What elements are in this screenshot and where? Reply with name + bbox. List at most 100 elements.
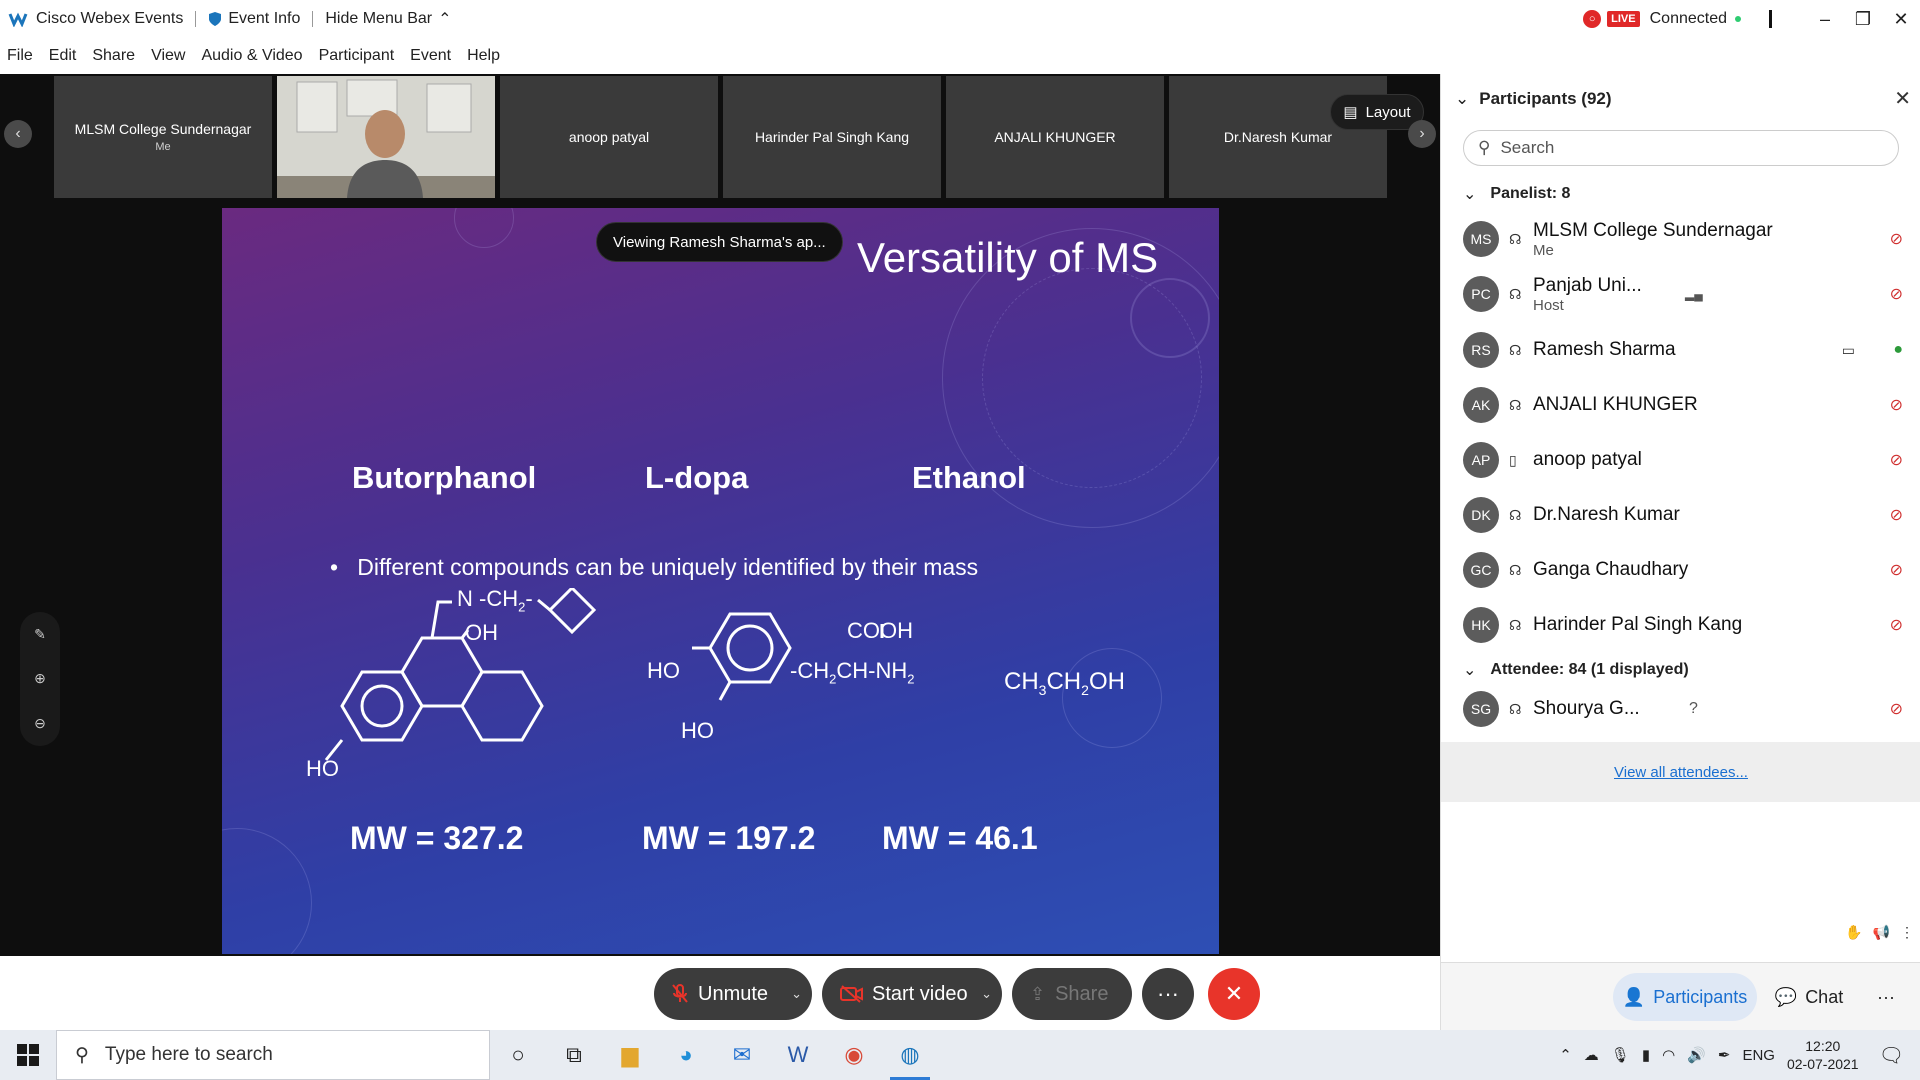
start-video-label: Start video	[872, 982, 968, 1005]
notifications-icon[interactable]: 🗨	[1879, 1043, 1904, 1068]
word-icon[interactable]: W	[770, 1030, 826, 1080]
video-tile[interactable]: ANJALI KHUNGER	[946, 76, 1164, 198]
more-vertical-icon[interactable]: ⋮	[1900, 924, 1914, 941]
molecular-weight: MW = 197.2	[642, 820, 816, 856]
participant-search-input[interactable]: ⚲ Search	[1463, 130, 1899, 166]
participant-row[interactable]: HK ☊ Harinder Pal Singh Kang ⊘	[1463, 600, 1903, 650]
leave-meeting-button[interactable]: ✕	[1208, 968, 1260, 1020]
close-window-icon[interactable]: ✕	[1882, 0, 1920, 38]
panel-mini-toolbar: ✋ 📢 ⋮	[1845, 924, 1914, 941]
share-button[interactable]: ⇪ Share	[1012, 968, 1132, 1020]
video-tile[interactable]: anoop patyal	[500, 76, 718, 198]
panel-more-button[interactable]: ···	[1861, 973, 1911, 1021]
participants-panel: ⌄ Participants (92) ✕ ⚲ Search ⌄ Panelis…	[1440, 74, 1920, 1030]
participant-row[interactable]: MS ☊ MLSM College Sundernagar Me ⊘	[1463, 214, 1903, 264]
ring	[400, 636, 484, 708]
menu-audio-video[interactable]: Audio & Video	[201, 47, 302, 65]
participants-tab-button[interactable]: 👤 Participants	[1613, 973, 1757, 1021]
menu-participant[interactable]: Participant	[319, 47, 395, 65]
microphone-icon[interactable]: 🎙	[1611, 1046, 1630, 1064]
video-tile[interactable]: MLSM College Sundernagar Me	[54, 76, 272, 198]
participant-role: Host	[1533, 296, 1564, 314]
participant-name: Harinder Pal Singh Kang	[1533, 614, 1743, 635]
bond	[718, 681, 732, 701]
pen-icon[interactable]: ✒	[1718, 1046, 1731, 1064]
avatar: PC	[1463, 276, 1499, 312]
windows-taskbar: ⚲ Type here to search ○ ⧉ ▆ ◕ ✉ W ◉ ◍ ⌃ …	[0, 1030, 1920, 1080]
aromatic-circle	[360, 684, 404, 728]
taskbar-clock[interactable]: 12:20 02-07-2021	[1787, 1037, 1859, 1073]
menu-edit[interactable]: Edit	[49, 47, 77, 65]
chat-tab-label: Chat	[1805, 986, 1844, 1007]
zoom-out-icon[interactable]: ⊖	[34, 715, 46, 732]
struct-label-n-ch2: N -CH	[457, 586, 519, 611]
participant-name: ANJALI KHUNGER	[1533, 394, 1698, 415]
hide-menu-bar-button[interactable]: Hide Menu Bar ⌃	[325, 9, 451, 29]
file-explorer-icon[interactable]: ▆	[602, 1030, 658, 1080]
megaphone-icon[interactable]: 📢	[1873, 924, 1890, 941]
participant-row[interactable]: PC ☊ Panjab Uni... Host ▂▄ ⊘	[1463, 269, 1903, 319]
chat-tab-button[interactable]: 💬 Chat	[1761, 973, 1857, 1021]
mic-muted-icon: ⊘	[1889, 397, 1903, 414]
participant-name: Dr.Naresh Kumar	[1533, 504, 1680, 525]
bullet-text: Different compounds can be uniquely iden…	[357, 554, 979, 580]
event-info-label: Event Info	[228, 10, 301, 27]
language-indicator[interactable]: ENG	[1742, 1047, 1775, 1064]
title-bar: Cisco Webex Events Event Info Hide Menu …	[0, 0, 1920, 38]
video-tile-camera[interactable]	[277, 76, 495, 198]
edge-browser-icon[interactable]: ◕	[658, 1030, 714, 1080]
attendee-group-header[interactable]: ⌄ Attendee: 84 (1 displayed)	[1463, 660, 1689, 680]
connection-dot-icon	[1735, 16, 1741, 22]
event-info-button[interactable]: Event Info	[208, 10, 300, 28]
close-panel-icon[interactable]: ✕	[1894, 86, 1911, 111]
participant-name: Ganga Chaudhary	[1533, 559, 1689, 580]
menu-event[interactable]: Event	[410, 47, 451, 65]
signal-icon: ▂▄	[1685, 287, 1703, 301]
raise-hand-icon[interactable]: ✋	[1845, 924, 1862, 941]
annotate-icon[interactable]: ✎	[34, 626, 46, 643]
participant-row[interactable]: DK ☊ Dr.Naresh Kumar ⊘	[1463, 490, 1903, 540]
unmute-button[interactable]: Unmute ⌄	[654, 968, 812, 1020]
view-all-attendees-link[interactable]: View all attendees...	[1614, 764, 1748, 781]
webex-taskbar-icon[interactable]: ◍	[882, 1030, 938, 1080]
onedrive-icon[interactable]: ☁	[1584, 1046, 1599, 1064]
restore-icon[interactable]: ❐	[1844, 0, 1882, 38]
video-tile[interactable]: Harinder Pal Singh Kang	[723, 76, 941, 198]
chevron-up-icon[interactable]: ⌃	[1559, 1046, 1572, 1064]
system-tray: ⌃ ☁ 🎙 ▮ ◠ 🔊 ✒ ENG 12:20 02-07-2021 🗨	[1559, 1030, 1920, 1080]
chrome-icon[interactable]: ◉	[826, 1030, 882, 1080]
volume-icon[interactable]: 🔊	[1687, 1046, 1706, 1064]
unmute-label: Unmute	[698, 982, 769, 1005]
mic-muted-icon: ⊘	[1889, 231, 1903, 248]
wifi-icon[interactable]: ◠	[1662, 1046, 1675, 1064]
headset-icon: ☊	[1509, 341, 1522, 358]
menu-share[interactable]: Share	[92, 47, 135, 65]
cortana-icon[interactable]: ○	[490, 1030, 546, 1080]
chevron-down-icon[interactable]: ⌄	[791, 986, 802, 1002]
more-options-button[interactable]: ···	[1142, 968, 1194, 1020]
chain-part: CH-NH	[836, 658, 908, 683]
panelist-group-header[interactable]: ⌄ Panelist: 8	[1463, 184, 1570, 204]
participant-row[interactable]: RS ☊ Ramesh Sharma ▭ ●	[1463, 325, 1903, 375]
taskbar-search-input[interactable]: ⚲ Type here to search	[56, 1030, 490, 1080]
participant-row[interactable]: GC ☊ Ganga Chaudhary ⊘	[1463, 545, 1903, 595]
participant-row[interactable]: AK ☊ ANJALI KHUNGER ⊘	[1463, 380, 1903, 430]
participant-row[interactable]: SG ☊ Shourya G... ? ⊘	[1463, 684, 1903, 734]
minimize-icon[interactable]: –	[1806, 0, 1844, 38]
windows-start-button[interactable]	[0, 1030, 56, 1080]
avatar: HK	[1463, 607, 1499, 643]
zoom-in-icon[interactable]: ⊕	[34, 670, 46, 687]
filmstrip-prev-button[interactable]: ‹	[4, 120, 32, 148]
chevron-down-icon[interactable]: ⌄	[981, 986, 992, 1002]
participant-name: Shourya G...	[1533, 698, 1640, 719]
start-video-button[interactable]: Start video ⌄	[822, 968, 1002, 1020]
participant-row[interactable]: AP ▯ anoop patyal ⊘	[1463, 435, 1903, 485]
chevron-down-icon[interactable]: ⌄	[1455, 89, 1469, 109]
menu-help[interactable]: Help	[467, 47, 500, 65]
menu-file[interactable]: File	[7, 47, 33, 65]
menu-view[interactable]: View	[151, 47, 185, 65]
battery-icon[interactable]: ▮	[1642, 1046, 1650, 1064]
mail-icon[interactable]: ✉	[714, 1030, 770, 1080]
task-view-icon[interactable]: ⧉	[546, 1030, 602, 1080]
filmstrip-next-button[interactable]: ›	[1408, 120, 1436, 148]
